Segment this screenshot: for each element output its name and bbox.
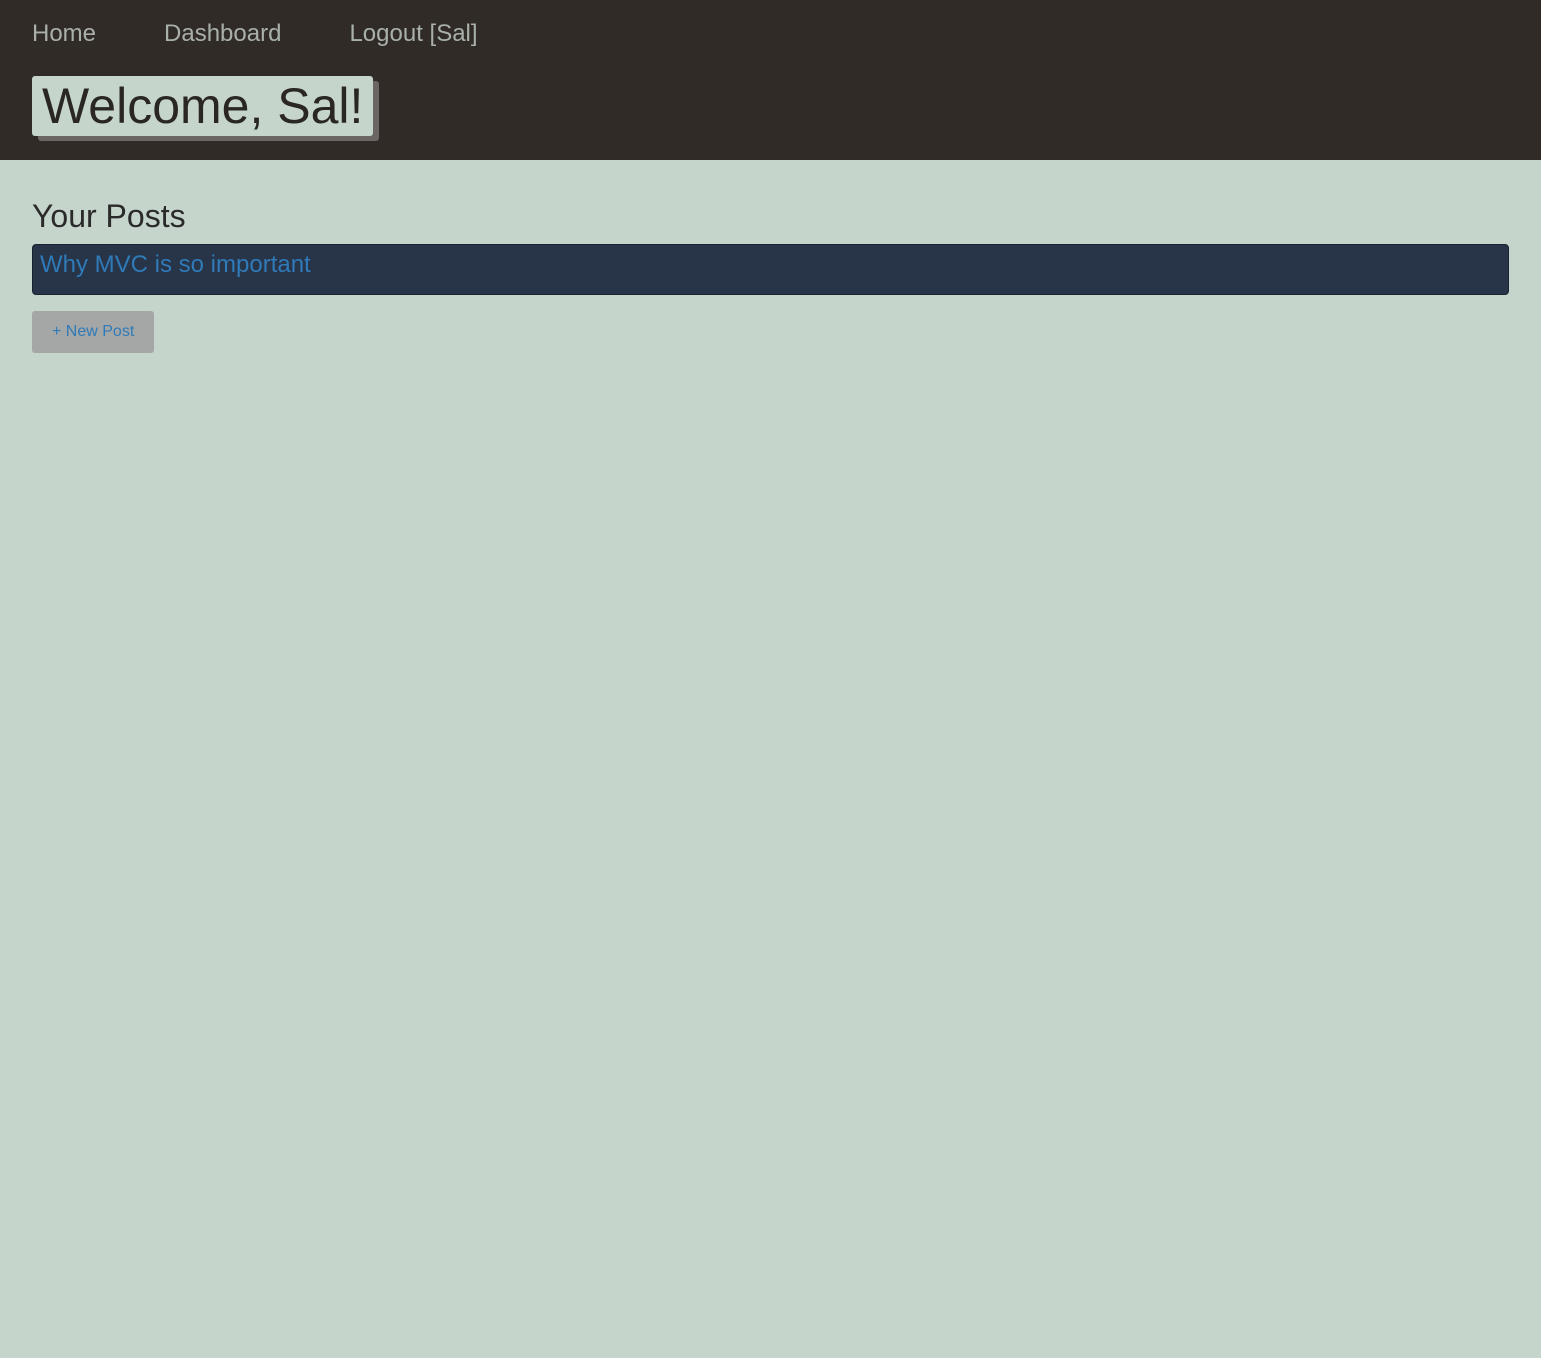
top-nav: Home Dashboard Logout [Sal] [32,0,1541,49]
site-header: Home Dashboard Logout [Sal] Welcome, Sal… [0,0,1541,160]
nav-home-link[interactable]: Home [32,19,96,49]
main-content: Your Posts Why MVC is so important + New… [0,160,1541,353]
new-post-button[interactable]: + New Post [32,311,155,353]
nav-logout-link[interactable]: Logout [Sal] [349,19,477,49]
nav-dashboard-link[interactable]: Dashboard [164,19,281,49]
welcome-banner: Welcome, Sal! [32,76,374,136]
post-list-item[interactable]: Why MVC is so important [32,244,1509,295]
post-title-link[interactable]: Why MVC is so important [40,251,311,278]
section-title: Your Posts [32,198,186,234]
